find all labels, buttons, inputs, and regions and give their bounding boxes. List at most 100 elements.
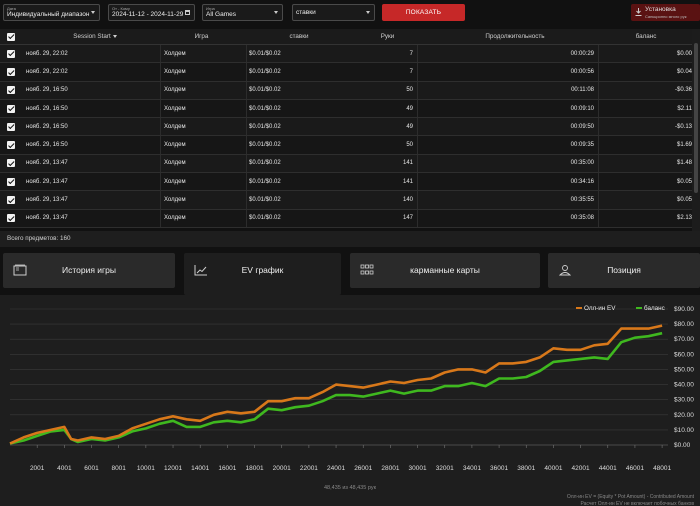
ev-chart-panel: $90.00 $80.00 $70.00 $60.00 $50.00 $40.00 $30.… xyxy=(0,295,700,506)
column-divider xyxy=(417,63,418,81)
install-button[interactable]: Установка Санкционно много рук xyxy=(631,4,700,21)
header-stakes[interactable]: ставки xyxy=(249,29,349,44)
date-filter-select[interactable]: Дата Индивидуальный диапазон xyxy=(3,4,100,21)
x-tick-label: 12001 xyxy=(164,465,182,472)
row-checkbox[interactable] xyxy=(7,173,16,190)
cell-stakes: $0.01/$0.02 xyxy=(249,123,281,130)
checkbox-check-icon xyxy=(7,141,15,150)
column-divider xyxy=(598,209,599,227)
report-tabs: История игры EV график карманные карты П… xyxy=(0,253,700,295)
table-row[interactable]: нояб. 29, 16:50 Холдем $0.01/$0.02 49 00:09:… xyxy=(0,118,700,137)
stakes-filter-select[interactable]: ставки xyxy=(292,4,375,21)
cell-game: Холдем xyxy=(164,68,186,75)
chart-note: Расчет Олл-ин EV не включает побочных ба… xyxy=(580,501,694,506)
cell-stakes: $0.01/$0.02 xyxy=(249,178,281,185)
tab-pocket-cards[interactable]: карманные карты xyxy=(350,253,540,288)
row-checkbox[interactable] xyxy=(7,82,16,99)
x-tick-label: 14001 xyxy=(191,465,209,472)
ev-chart[interactable]: $90.00 $80.00 $70.00 $60.00 $50.00 $40.00 $30.… xyxy=(0,295,700,506)
table-row[interactable]: нояб. 29, 16:50 Холдем $0.01/$0.02 49 00:09:… xyxy=(0,99,700,119)
header-duration[interactable]: Продолжительность xyxy=(420,29,610,44)
select-all-checkbox[interactable] xyxy=(7,29,16,44)
column-divider xyxy=(598,45,599,63)
column-divider xyxy=(417,45,418,63)
row-checkbox[interactable] xyxy=(7,210,16,227)
tab-game-history-label: История игры xyxy=(61,265,116,275)
row-checkbox[interactable] xyxy=(7,63,16,80)
column-divider xyxy=(598,99,599,118)
checkbox-check-icon xyxy=(7,214,15,223)
table-row[interactable]: нояб. 29, 13:47 Холдем $0.01/$0.02 141 00:35… xyxy=(0,154,700,174)
cell-duration: 00:09:50 xyxy=(570,123,594,130)
legend-ev-label[interactable]: Олл-ин EV xyxy=(584,305,616,312)
cell-stakes: $0.01/$0.02 xyxy=(249,105,281,112)
checkbox-check-icon xyxy=(7,196,15,205)
row-checkbox[interactable] xyxy=(7,100,16,117)
y-tick-label: $0.00 xyxy=(674,442,691,449)
stakes-filter-value: ставки xyxy=(296,9,316,16)
game-filter-select[interactable]: Игра All Games xyxy=(202,4,283,21)
column-divider xyxy=(417,209,418,227)
cell-game: Холдем xyxy=(164,105,186,112)
cell-balance: $1.69 xyxy=(676,142,692,149)
hands-count-footer: 48,435 из 48,435 рук xyxy=(324,485,377,491)
tab-position[interactable]: Позиция xyxy=(548,253,700,288)
header-game[interactable]: Игра xyxy=(164,29,239,44)
row-checkbox[interactable] xyxy=(7,136,16,153)
column-divider xyxy=(598,81,599,99)
table-scrollbar[interactable] xyxy=(692,29,700,231)
column-divider xyxy=(417,118,418,136)
header-balance[interactable]: баланс xyxy=(600,29,692,44)
header-session-start[interactable]: Session Start xyxy=(26,29,164,44)
column-divider xyxy=(160,118,161,136)
scrollbar-thumb[interactable] xyxy=(694,43,698,193)
row-checkbox[interactable] xyxy=(7,155,16,172)
tab-game-history[interactable]: История игры xyxy=(3,253,175,288)
cell-hands: 141 xyxy=(402,178,413,185)
column-divider xyxy=(417,154,418,173)
column-divider xyxy=(417,191,418,209)
cell-hands: 140 xyxy=(402,197,413,204)
tab-position-label: Позиция xyxy=(607,265,641,275)
row-checkbox[interactable] xyxy=(7,45,16,62)
x-tick-label: 48001 xyxy=(653,465,671,472)
legend-balance-label[interactable]: баланс xyxy=(644,304,665,312)
table-row[interactable]: нояб. 29, 13:47 Холдем $0.01/$0.02 140 00:35… xyxy=(0,191,700,210)
x-tick-label: 46001 xyxy=(626,465,644,472)
x-tick-label: 18001 xyxy=(246,465,264,472)
cell-session-start: нояб. 29, 13:47 xyxy=(26,197,68,204)
y-tick-label: $80.00 xyxy=(674,321,694,328)
cell-hands: 141 xyxy=(402,160,413,167)
table-header: Session Start Игра ставки Руки Продолжит… xyxy=(0,29,700,45)
sort-down-icon xyxy=(112,35,117,38)
table-row[interactable]: нояб. 29, 13:47 Холдем $0.01/$0.02 141 00:34… xyxy=(0,173,700,192)
row-checkbox[interactable] xyxy=(7,118,16,135)
x-tick-label: 42001 xyxy=(572,465,590,472)
tab-pocket-cards-label: карманные карты xyxy=(410,265,480,275)
cell-session-start: нояб. 29, 13:47 xyxy=(26,215,68,222)
show-button[interactable]: ПОКАЗАТЬ xyxy=(382,4,465,21)
column-divider xyxy=(598,136,599,154)
table-row[interactable]: нояб. 29, 13:47 Холдем $0.01/$0.02 147 00:35… xyxy=(0,209,700,228)
checkbox-check-icon xyxy=(7,32,15,41)
cell-game: Холдем xyxy=(164,87,186,94)
cell-hands: 7 xyxy=(409,68,413,75)
y-tick-label: $60.00 xyxy=(674,351,694,358)
tab-ev-graph[interactable]: EV график xyxy=(184,253,341,295)
x-tick-label: 26001 xyxy=(354,465,372,472)
total-items-text: Всего предметов: 160 xyxy=(7,235,71,242)
cell-balance: $0.00 xyxy=(676,50,692,57)
date-range-picker[interactable]: От - Кому 2024-11-12 - 2024-11-29 xyxy=(108,4,195,21)
row-checkbox[interactable] xyxy=(7,191,16,208)
column-divider xyxy=(160,209,161,227)
table-row[interactable]: нояб. 29, 16:50 Холдем $0.01/$0.02 50 00:09:… xyxy=(0,136,700,155)
column-divider xyxy=(160,81,161,99)
column-divider xyxy=(246,209,247,227)
table-row[interactable]: нояб. 29, 16:50 Холдем $0.01/$0.02 50 00:11:… xyxy=(0,81,700,100)
game-filter-value: All Games xyxy=(206,11,236,18)
table-row[interactable]: нояб. 29, 22:02 Холдем $0.01/$0.02 7 00:00:2… xyxy=(0,45,700,64)
date-filter-value: Индивидуальный диапазон xyxy=(7,11,90,18)
cell-stakes: $0.01/$0.02 xyxy=(249,197,281,204)
install-subtitle: Санкционно много рук xyxy=(645,14,687,19)
table-row[interactable]: нояб. 29, 22:02 Холдем $0.01/$0.02 7 00:00:5… xyxy=(0,63,700,82)
